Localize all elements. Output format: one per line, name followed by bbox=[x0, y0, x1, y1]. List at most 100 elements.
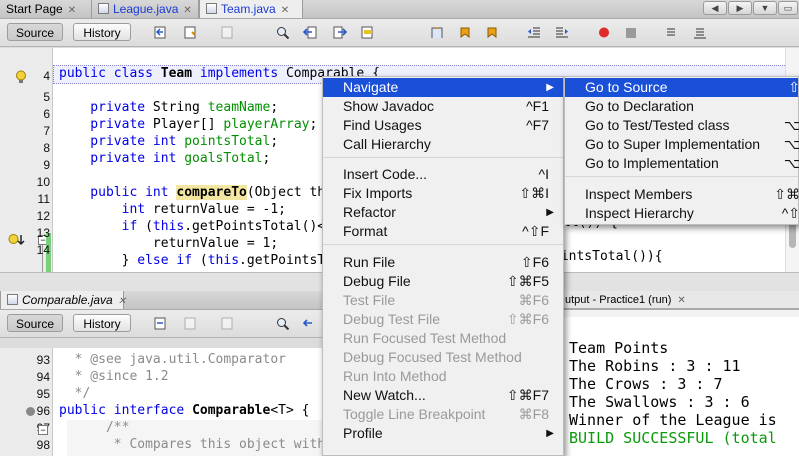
menu-item-go-to-test-tested-class[interactable]: Go to Test/Tested class ⌥ bbox=[565, 116, 799, 135]
menu-item-navigate[interactable]: Navigate ▶ bbox=[323, 78, 563, 97]
menu-item-call-hierarchy[interactable]: Call Hierarchy bbox=[323, 135, 563, 154]
output-tab[interactable]: utput - Practice1 (run) ✕ bbox=[563, 291, 799, 309]
menu-item-new-watch[interactable]: New Watch... ⇧⌘F7 bbox=[323, 386, 563, 405]
menu-item-label: Call Hierarchy bbox=[343, 136, 431, 152]
history-button[interactable]: History bbox=[73, 23, 131, 41]
menu-item-show-javadoc[interactable]: Show Javadoc ^F1 bbox=[323, 97, 563, 116]
menu-item-go-to-declaration[interactable]: Go to Declaration bbox=[565, 97, 798, 116]
menu-item-fix-imports[interactable]: Fix Imports ⇧⌘I bbox=[323, 184, 563, 203]
code-line: private Player[] playerArray; bbox=[59, 117, 317, 132]
tab-label: League.java bbox=[113, 2, 179, 16]
line-number: 95 bbox=[36, 387, 50, 401]
start-macro-icon[interactable] bbox=[597, 26, 611, 39]
scroll-right-icon[interactable]: ▶ bbox=[728, 1, 752, 15]
find-icon[interactable] bbox=[276, 317, 290, 330]
find-previous-icon[interactable] bbox=[303, 317, 317, 330]
menu-item-debug-test-file[interactable]: Debug Test File ⇧⌘F6 bbox=[323, 310, 563, 329]
source-button[interactable]: Source bbox=[7, 314, 63, 332]
menu-item-toggle-line-breakpoint[interactable]: Toggle Line Breakpoint ⌘F8 bbox=[323, 405, 563, 424]
last-edit-icon[interactable] bbox=[153, 26, 167, 39]
shift-right-icon[interactable] bbox=[555, 26, 569, 39]
stop-macro-icon[interactable] bbox=[624, 26, 638, 39]
menu-item-shortcut: ^⇧F bbox=[522, 223, 549, 239]
last-edit-icon[interactable] bbox=[153, 317, 167, 330]
line-number: 98 bbox=[36, 438, 50, 452]
tab-comparable-java[interactable]: Comparable.java ✕ bbox=[0, 291, 126, 311]
output-console[interactable]: Team Points The Robins : 3 : 11 The Crow… bbox=[563, 317, 799, 456]
back-icon[interactable] bbox=[184, 317, 198, 330]
code-token: * @see java.util.Comparator bbox=[59, 352, 286, 367]
menu-item-insert-code[interactable]: Insert Code... ^I bbox=[323, 165, 563, 184]
back-icon[interactable] bbox=[184, 26, 198, 39]
menu-item-shortcut: ⌥ bbox=[783, 136, 799, 152]
output-tab-label: utput - Practice1 (run) bbox=[565, 294, 672, 306]
close-icon[interactable]: ✕ bbox=[281, 2, 289, 20]
close-icon[interactable]: ✕ bbox=[183, 2, 191, 20]
find-previous-icon[interactable] bbox=[303, 26, 317, 39]
maximize-icon[interactable]: ▭ bbox=[778, 1, 798, 15]
menu-item-refactor[interactable]: Refactor ▶ bbox=[323, 203, 563, 222]
code-token: <T> { bbox=[270, 403, 310, 418]
menu-item-test-file[interactable]: Test File ⌘F6 bbox=[323, 291, 563, 310]
close-icon[interactable]: ✕ bbox=[68, 2, 76, 20]
menu-item-find-usages[interactable]: Find Usages ^F7 bbox=[323, 116, 563, 135]
comment-icon[interactable] bbox=[664, 26, 678, 39]
find-next-icon[interactable] bbox=[333, 26, 347, 39]
submenu-arrow-icon: ▶ bbox=[546, 207, 554, 218]
menu-item-label: Refactor bbox=[343, 204, 396, 220]
menu-item-go-to-super-implementation[interactable]: Go to Super Implementation ⌥ bbox=[565, 135, 799, 154]
code-token: this bbox=[152, 219, 185, 234]
menu-item-debug-focused-test-method[interactable]: Debug Focused Test Method bbox=[323, 348, 563, 367]
menu-item-inspect-hierarchy[interactable]: Inspect Hierarchy ^⇧ bbox=[565, 204, 799, 223]
menu-item-run-focused-test-method[interactable]: Run Focused Test Method bbox=[323, 329, 563, 348]
tab-start-page[interactable]: Start Page ✕ bbox=[0, 0, 92, 18]
code-token: } bbox=[59, 253, 138, 268]
history-button[interactable]: History bbox=[73, 314, 131, 332]
shift-left-icon[interactable] bbox=[527, 26, 541, 39]
code-token: public class bbox=[59, 66, 161, 81]
code-token: String bbox=[152, 100, 208, 115]
output-line: Team Points bbox=[569, 339, 669, 357]
menu-item-run-file[interactable]: Run File ⇧F6 bbox=[323, 253, 563, 272]
menu-item-label: Debug Focused Test Method bbox=[343, 349, 522, 365]
tab-label: Start Page bbox=[6, 2, 63, 16]
menu-item-inspect-members[interactable]: Inspect Members ⇧⌘ bbox=[565, 185, 799, 204]
code-line: public interface Comparable<T> { bbox=[59, 403, 309, 418]
line-number: 93 bbox=[36, 353, 50, 367]
code-token: Player[] bbox=[152, 117, 224, 132]
source-button[interactable]: Source bbox=[7, 23, 63, 41]
uncomment-icon[interactable] bbox=[693, 26, 707, 39]
tab-team-java[interactable]: Team.java ✕ bbox=[199, 0, 303, 18]
menu-item-shortcut: ⇧ bbox=[788, 79, 799, 95]
tab-league-java[interactable]: League.java ✕ bbox=[92, 0, 199, 18]
menu-item-run-into-method[interactable]: Run Into Method bbox=[323, 367, 563, 386]
scroll-left-icon[interactable]: ◀ bbox=[703, 1, 727, 15]
menu-item-label: New Watch... bbox=[343, 387, 426, 403]
close-icon[interactable]: ✕ bbox=[118, 293, 126, 311]
menu-item-shortcut: ⌘F6 bbox=[518, 292, 549, 308]
menu-item-debug-file[interactable]: Debug File ⇧⌘F5 bbox=[323, 272, 563, 291]
tab-list-icon[interactable]: ▼ bbox=[753, 1, 777, 15]
toggle-highlight-icon[interactable] bbox=[361, 26, 375, 39]
next-bookmark-icon[interactable] bbox=[458, 26, 472, 39]
forward-icon[interactable] bbox=[221, 26, 235, 39]
code-token: private int bbox=[59, 134, 185, 149]
fold-toggle-icon[interactable]: − bbox=[38, 425, 48, 435]
toggle-bookmark-icon[interactable] bbox=[430, 26, 444, 39]
tab-label: Comparable.java bbox=[22, 293, 113, 307]
line-number: 13 bbox=[36, 226, 50, 240]
editor-context-menu: Navigate ▶ Show Javadoc ^F1 Find Usages ^F7 Ca… bbox=[322, 76, 564, 456]
menu-item-profile[interactable]: Profile ▶ bbox=[323, 424, 563, 443]
forward-icon[interactable] bbox=[221, 317, 235, 330]
previous-bookmark-icon[interactable] bbox=[485, 26, 499, 39]
line-number: 5 bbox=[43, 90, 50, 104]
menu-item-go-to-source[interactable]: Go to Source ⇧ bbox=[565, 78, 799, 97]
close-icon[interactable]: ✕ bbox=[677, 295, 685, 306]
menu-item-format[interactable]: Format ^⇧F bbox=[323, 222, 563, 241]
code-token: int bbox=[59, 202, 153, 217]
menu-item-shortcut: ⇧⌘ bbox=[774, 186, 799, 202]
menu-item-go-to-implementation[interactable]: Go to Implementation ⌥ bbox=[565, 154, 799, 173]
java-file-icon bbox=[206, 3, 217, 14]
code-token: ; bbox=[270, 134, 279, 149]
find-icon[interactable] bbox=[276, 26, 290, 39]
